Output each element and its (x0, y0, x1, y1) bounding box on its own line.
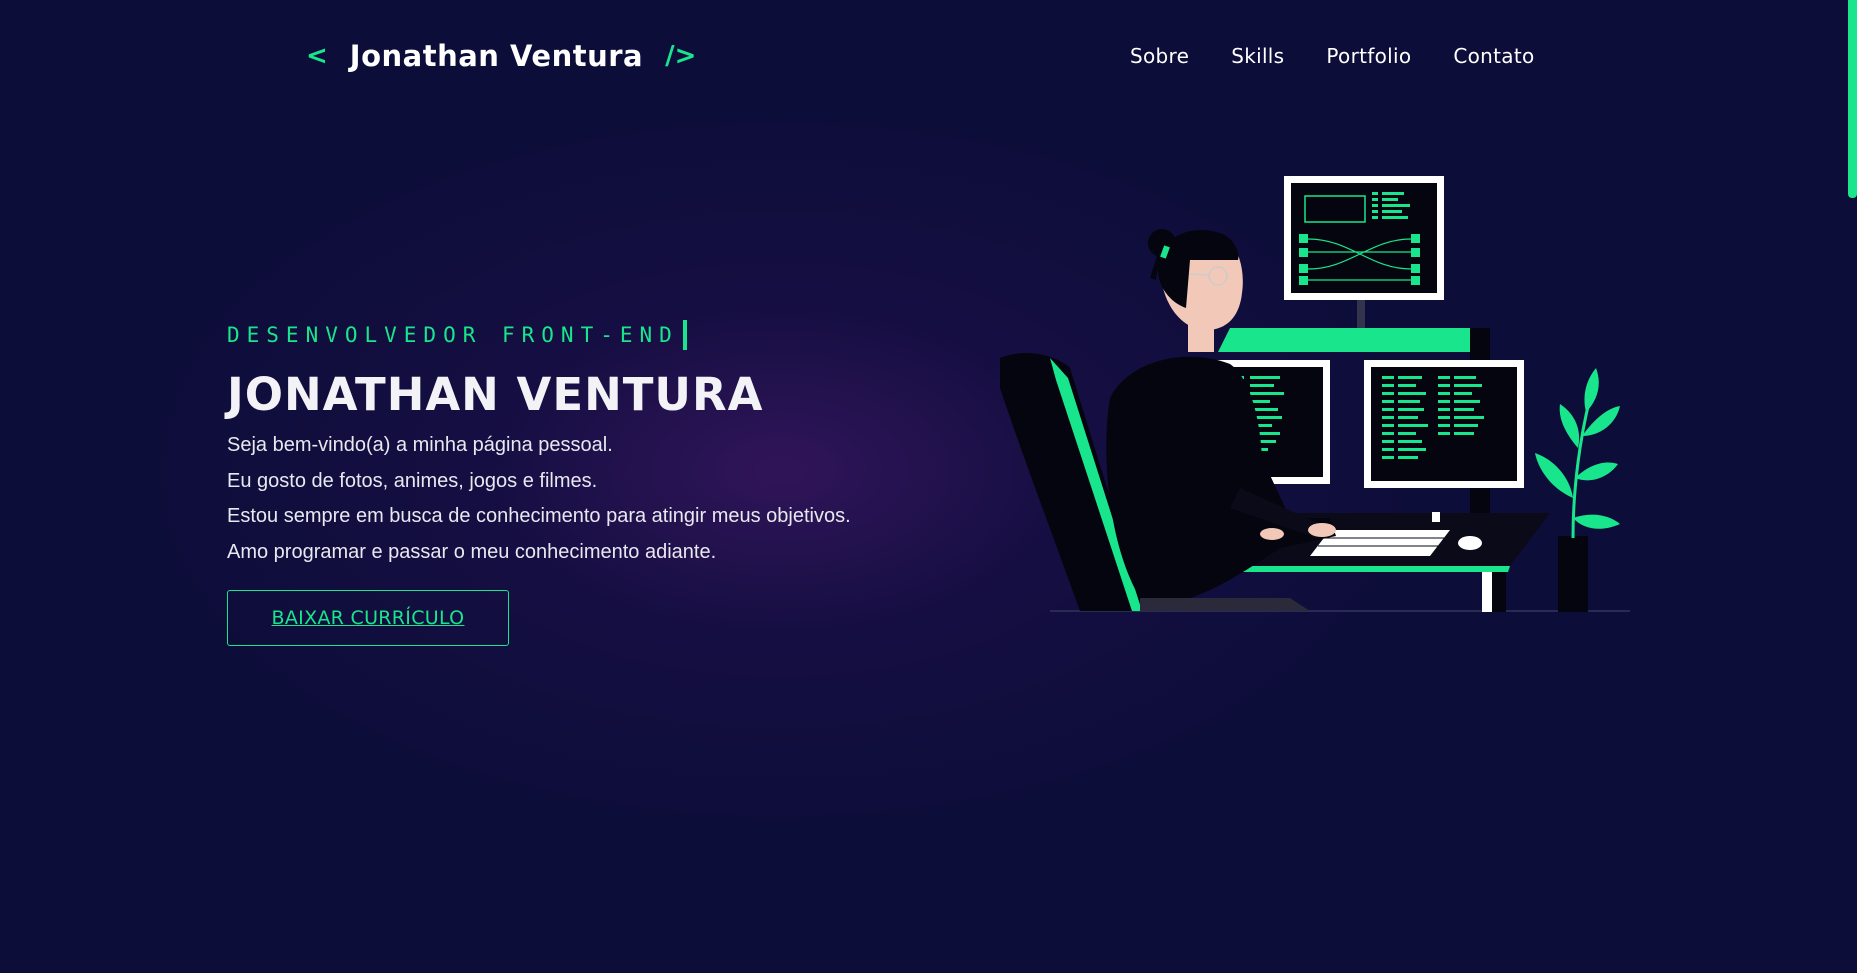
nav-item-skills[interactable]: Skills (1231, 44, 1284, 68)
hero-line: Amo programar e passar o meu conheciment… (227, 540, 717, 563)
hero-title: JONATHAN VENTURA (227, 368, 764, 421)
hero-role: DESENVOLVEDOR FRONT-END (227, 316, 947, 354)
hero-line: Seja bem-vindo(a) a minha página pessoal… (227, 434, 613, 456)
hero-description: Seja bem-vindo(a) a minha página pessoal… (227, 428, 947, 570)
site-header: < Jonathan Ventura /> Sobre Skills Portf… (0, 0, 1840, 110)
typing-caret (682, 320, 687, 350)
hero-line: Estou sempre em busca de conhecimento pa… (227, 505, 851, 527)
logo-close-bracket: /> (665, 41, 697, 71)
scrollbar-thumb[interactable] (1848, 0, 1857, 198)
hero-section: DESENVOLVEDOR FRONT-END JONATHAN VENTURA… (227, 316, 947, 646)
nav-item-portfolio[interactable]: Portfolio (1326, 44, 1411, 68)
nav-item-contato[interactable]: Contato (1453, 44, 1534, 68)
nav-item-sobre[interactable]: Sobre (1130, 44, 1189, 68)
hero-role-text: DESENVOLVEDOR FRONT-END (227, 323, 679, 347)
logo-name: Jonathan Ventura (349, 39, 644, 73)
main-nav: Sobre Skills Portfolio Contato (1130, 40, 1535, 72)
logo-open-bracket: < (306, 41, 328, 71)
logo[interactable]: < Jonathan Ventura /> (306, 34, 696, 78)
hero-line: Eu gosto de fotos, animes, jogos e filme… (227, 469, 598, 492)
developer-at-desk-illustration (990, 168, 1640, 618)
download-resume-button[interactable]: BAIXAR CURRÍCULO (227, 590, 509, 646)
